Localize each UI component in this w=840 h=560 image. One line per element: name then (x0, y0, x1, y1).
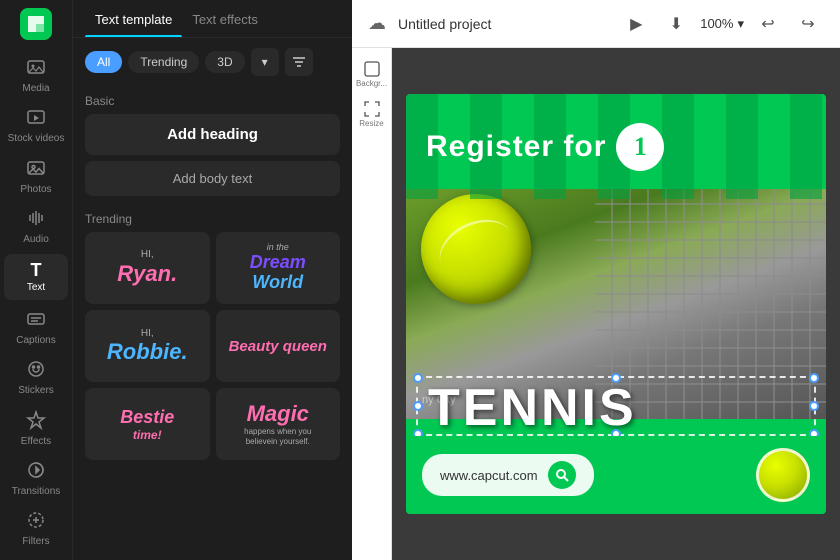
tab-text-template[interactable]: Text template (85, 0, 182, 37)
sidebar-item-media-label: Media (22, 83, 49, 94)
trending-preview-magic: Magic happens when youbelievein yourself… (244, 401, 311, 448)
trending-card-hi-ryan[interactable]: HI, Ryan. (85, 232, 210, 304)
background-tool[interactable]: Backgr... (354, 56, 390, 92)
panel-tab-bar: Text template Text effects (73, 0, 352, 38)
photos-icon (26, 158, 46, 181)
canvas[interactable]: Register for 1 ny City (406, 94, 826, 514)
sidebar-item-effects-label: Effects (21, 436, 51, 447)
stock-icon (26, 107, 46, 130)
filters-icon (26, 510, 46, 533)
text-icon: T (31, 261, 42, 279)
captions-icon (26, 309, 46, 332)
sidebar-item-effects[interactable]: Effects (4, 405, 68, 451)
sidebar-item-stock[interactable]: Stock videos (4, 103, 68, 149)
sidebar-item-photos[interactable]: Photos (4, 153, 68, 199)
basic-section-label: Basic (85, 94, 340, 108)
sidebar-item-text[interactable]: T Text (4, 254, 68, 300)
sidebar-item-text-label: Text (27, 282, 45, 293)
trending-card-hi-robbie[interactable]: HI, Robbie. (85, 310, 210, 382)
sidebar-item-filters[interactable]: Filters (4, 506, 68, 552)
media-icon (26, 57, 46, 80)
trending-preview-hi-ryan: HI, Ryan. (117, 249, 177, 287)
trending-card-dream-world[interactable]: in the Dream World (216, 232, 341, 304)
play-button[interactable]: ▶ (620, 8, 652, 40)
register-for-text: Register for (426, 130, 606, 164)
tennis-ball-corner (756, 448, 810, 502)
sidebar-item-stock-label: Stock videos (8, 133, 65, 144)
sidebar-item-transitions-label: Transitions (12, 486, 61, 497)
filter-trending[interactable]: Trending (128, 51, 199, 73)
redo-button[interactable]: ↪ (792, 8, 824, 40)
panel-content-area: Basic Add heading Add body text Trending… (73, 86, 352, 560)
tennis-text-box[interactable]: TENNIS AREA (416, 376, 816, 436)
sidebar-item-captions[interactable]: Captions (4, 304, 68, 350)
zoom-dropdown-icon: ▾ (737, 16, 744, 32)
transitions-icon (26, 460, 46, 483)
editor-area: Backgr... Resize Register for 1 (352, 48, 840, 560)
sidebar-item-media[interactable]: Media (4, 52, 68, 98)
handle-tl[interactable] (413, 373, 423, 383)
resize-tool-label: Resize (359, 119, 383, 128)
tennis-line1: TENNIS (428, 384, 804, 433)
filter-more-dropdown[interactable]: ▾ (251, 48, 279, 76)
sidebar-item-audio[interactable]: Audio (4, 203, 68, 249)
filter-3d[interactable]: 3D (205, 51, 244, 73)
trending-preview-hi-robbie: HI, Robbie. (107, 328, 188, 365)
handle-mr[interactable] (809, 401, 819, 411)
stickers-icon (26, 359, 46, 382)
download-button[interactable]: ⬇ (660, 8, 692, 40)
trending-grid: HI, Ryan. in the Dream World HI, Robbie. (85, 232, 340, 460)
cloud-save-icon: ☁ (368, 13, 386, 34)
add-heading-button[interactable]: Add heading (85, 114, 340, 155)
background-tool-label: Backgr... (356, 79, 387, 88)
topbar: ☁ Untitled project ▶ ⬇ 100% ▾ ↩ ↪ (352, 0, 840, 48)
icon-sidebar: Media Stock videos Photos Audio T Text C… (0, 0, 72, 560)
floating-toolbar: Backgr... Resize (352, 48, 392, 560)
sidebar-item-stickers[interactable]: Stickers (4, 354, 68, 400)
sidebar-item-stickers-label: Stickers (18, 385, 54, 396)
handle-tm[interactable] (611, 373, 621, 383)
project-title: Untitled project (398, 16, 608, 32)
trending-card-magic[interactable]: Magic happens when youbelievein yourself… (216, 388, 341, 460)
canvas-bottom-bar: www.capcut.com (406, 436, 826, 514)
url-text: www.capcut.com (440, 468, 538, 483)
resize-tool[interactable]: Resize (354, 96, 390, 132)
topbar-controls: ▶ ⬇ 100% ▾ ↩ ↪ (620, 8, 824, 40)
main-area: ☁ Untitled project ▶ ⬇ 100% ▾ ↩ ↪ Backgr… (352, 0, 840, 560)
effects-icon (26, 410, 46, 433)
sidebar-item-transitions[interactable]: Transitions (4, 455, 68, 501)
zoom-control[interactable]: 100% ▾ (700, 16, 744, 32)
sidebar-item-captions-label: Captions (16, 335, 55, 346)
trending-preview-beauty-queen: Beauty queen (229, 338, 327, 355)
sidebar-item-filters-label: Filters (22, 536, 49, 547)
url-pill: www.capcut.com (422, 454, 594, 496)
filter-all[interactable]: All (85, 51, 122, 73)
trending-preview-bestie-time: Bestie time! (120, 407, 174, 442)
undo-button[interactable]: ↩ (752, 8, 784, 40)
audio-icon (26, 208, 46, 231)
url-search-btn[interactable] (548, 461, 576, 489)
zoom-level: 100% (700, 16, 733, 31)
trending-card-beauty-queen[interactable]: Beauty queen (216, 310, 341, 382)
filter-options-btn[interactable] (285, 48, 313, 76)
trending-preview-dream-world: in the Dream World (250, 243, 306, 292)
canvas-header-row: Register for 1 (406, 94, 826, 199)
add-body-button[interactable]: Add body text (85, 161, 340, 196)
handle-ml[interactable] (413, 401, 423, 411)
register-circle: 1 (616, 123, 664, 171)
trending-card-bestie-time[interactable]: Bestie time! (85, 388, 210, 460)
handle-tr[interactable] (809, 373, 819, 383)
sidebar-item-audio-label: Audio (23, 234, 49, 245)
trending-section-label: Trending (85, 212, 340, 226)
text-panel: Text template Text effects All Trending … (72, 0, 352, 560)
sidebar-item-photos-label: Photos (20, 184, 51, 195)
tab-text-effects[interactable]: Text effects (182, 0, 268, 37)
tennis-ball (421, 194, 531, 304)
app-logo (18, 8, 54, 40)
canvas-area: Register for 1 ny City (392, 48, 840, 560)
filter-bar: All Trending 3D ▾ (73, 38, 352, 86)
